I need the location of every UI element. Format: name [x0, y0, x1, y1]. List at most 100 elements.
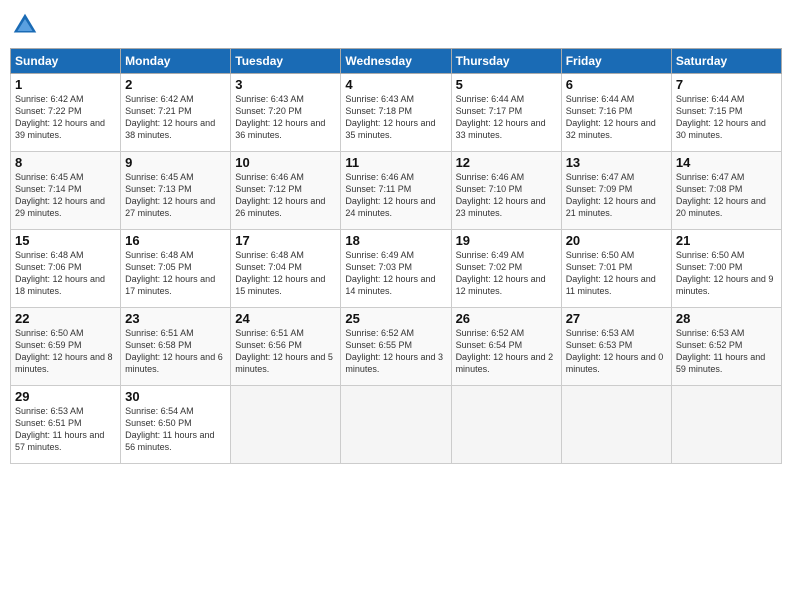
- day-number: 27: [566, 311, 667, 326]
- day-number: 4: [345, 77, 446, 92]
- day-info: Sunrise: 6:48 AMSunset: 7:06 PMDaylight:…: [15, 249, 116, 298]
- col-header-tuesday: Tuesday: [231, 49, 341, 74]
- day-info: Sunrise: 6:50 AMSunset: 6:59 PMDaylight:…: [15, 327, 116, 376]
- calendar-cell: 5Sunrise: 6:44 AMSunset: 7:17 PMDaylight…: [451, 74, 561, 152]
- day-info: Sunrise: 6:47 AMSunset: 7:08 PMDaylight:…: [676, 171, 777, 220]
- day-info: Sunrise: 6:47 AMSunset: 7:09 PMDaylight:…: [566, 171, 667, 220]
- day-number: 19: [456, 233, 557, 248]
- calendar-cell: 11Sunrise: 6:46 AMSunset: 7:11 PMDayligh…: [341, 152, 451, 230]
- calendar-cell: 22Sunrise: 6:50 AMSunset: 6:59 PMDayligh…: [11, 308, 121, 386]
- day-number: 7: [676, 77, 777, 92]
- day-number: 30: [125, 389, 226, 404]
- calendar-table: SundayMondayTuesdayWednesdayThursdayFrid…: [10, 48, 782, 464]
- calendar-cell: 14Sunrise: 6:47 AMSunset: 7:08 PMDayligh…: [671, 152, 781, 230]
- calendar-cell: [341, 386, 451, 464]
- day-number: 12: [456, 155, 557, 170]
- calendar-cell: 10Sunrise: 6:46 AMSunset: 7:12 PMDayligh…: [231, 152, 341, 230]
- day-info: Sunrise: 6:51 AMSunset: 6:58 PMDaylight:…: [125, 327, 226, 376]
- calendar-cell: 8Sunrise: 6:45 AMSunset: 7:14 PMDaylight…: [11, 152, 121, 230]
- day-info: Sunrise: 6:52 AMSunset: 6:54 PMDaylight:…: [456, 327, 557, 376]
- day-number: 20: [566, 233, 667, 248]
- day-info: Sunrise: 6:46 AMSunset: 7:12 PMDaylight:…: [235, 171, 336, 220]
- calendar-cell: [561, 386, 671, 464]
- day-number: 25: [345, 311, 446, 326]
- day-info: Sunrise: 6:50 AMSunset: 7:00 PMDaylight:…: [676, 249, 777, 298]
- day-number: 10: [235, 155, 336, 170]
- day-info: Sunrise: 6:43 AMSunset: 7:20 PMDaylight:…: [235, 93, 336, 142]
- calendar-week-4: 22Sunrise: 6:50 AMSunset: 6:59 PMDayligh…: [11, 308, 782, 386]
- calendar-cell: 7Sunrise: 6:44 AMSunset: 7:15 PMDaylight…: [671, 74, 781, 152]
- day-info: Sunrise: 6:52 AMSunset: 6:55 PMDaylight:…: [345, 327, 446, 376]
- calendar-cell: 20Sunrise: 6:50 AMSunset: 7:01 PMDayligh…: [561, 230, 671, 308]
- calendar-cell: 28Sunrise: 6:53 AMSunset: 6:52 PMDayligh…: [671, 308, 781, 386]
- day-info: Sunrise: 6:46 AMSunset: 7:11 PMDaylight:…: [345, 171, 446, 220]
- calendar-cell: 15Sunrise: 6:48 AMSunset: 7:06 PMDayligh…: [11, 230, 121, 308]
- day-info: Sunrise: 6:42 AMSunset: 7:22 PMDaylight:…: [15, 93, 116, 142]
- day-number: 16: [125, 233, 226, 248]
- col-header-sunday: Sunday: [11, 49, 121, 74]
- calendar-cell: [231, 386, 341, 464]
- page-header: [10, 10, 782, 40]
- day-info: Sunrise: 6:50 AMSunset: 7:01 PMDaylight:…: [566, 249, 667, 298]
- calendar-cell: [671, 386, 781, 464]
- day-number: 17: [235, 233, 336, 248]
- day-info: Sunrise: 6:48 AMSunset: 7:05 PMDaylight:…: [125, 249, 226, 298]
- day-info: Sunrise: 6:49 AMSunset: 7:03 PMDaylight:…: [345, 249, 446, 298]
- calendar-cell: 13Sunrise: 6:47 AMSunset: 7:09 PMDayligh…: [561, 152, 671, 230]
- calendar-week-3: 15Sunrise: 6:48 AMSunset: 7:06 PMDayligh…: [11, 230, 782, 308]
- calendar-cell: 26Sunrise: 6:52 AMSunset: 6:54 PMDayligh…: [451, 308, 561, 386]
- day-number: 1: [15, 77, 116, 92]
- day-number: 22: [15, 311, 116, 326]
- day-number: 18: [345, 233, 446, 248]
- calendar-cell: 3Sunrise: 6:43 AMSunset: 7:20 PMDaylight…: [231, 74, 341, 152]
- day-info: Sunrise: 6:44 AMSunset: 7:15 PMDaylight:…: [676, 93, 777, 142]
- day-info: Sunrise: 6:48 AMSunset: 7:04 PMDaylight:…: [235, 249, 336, 298]
- day-number: 29: [15, 389, 116, 404]
- day-number: 6: [566, 77, 667, 92]
- day-number: 15: [15, 233, 116, 248]
- day-info: Sunrise: 6:53 AMSunset: 6:51 PMDaylight:…: [15, 405, 116, 454]
- calendar-cell: 6Sunrise: 6:44 AMSunset: 7:16 PMDaylight…: [561, 74, 671, 152]
- calendar-cell: 23Sunrise: 6:51 AMSunset: 6:58 PMDayligh…: [121, 308, 231, 386]
- day-number: 28: [676, 311, 777, 326]
- calendar-cell: 25Sunrise: 6:52 AMSunset: 6:55 PMDayligh…: [341, 308, 451, 386]
- calendar-cell: 12Sunrise: 6:46 AMSunset: 7:10 PMDayligh…: [451, 152, 561, 230]
- calendar-week-1: 1Sunrise: 6:42 AMSunset: 7:22 PMDaylight…: [11, 74, 782, 152]
- calendar-cell: 21Sunrise: 6:50 AMSunset: 7:00 PMDayligh…: [671, 230, 781, 308]
- day-info: Sunrise: 6:53 AMSunset: 6:52 PMDaylight:…: [676, 327, 777, 376]
- day-info: Sunrise: 6:44 AMSunset: 7:17 PMDaylight:…: [456, 93, 557, 142]
- calendar-cell: 24Sunrise: 6:51 AMSunset: 6:56 PMDayligh…: [231, 308, 341, 386]
- logo: [10, 10, 44, 40]
- day-info: Sunrise: 6:43 AMSunset: 7:18 PMDaylight:…: [345, 93, 446, 142]
- logo-icon: [10, 10, 40, 40]
- day-number: 8: [15, 155, 116, 170]
- day-number: 14: [676, 155, 777, 170]
- day-info: Sunrise: 6:46 AMSunset: 7:10 PMDaylight:…: [456, 171, 557, 220]
- day-info: Sunrise: 6:45 AMSunset: 7:14 PMDaylight:…: [15, 171, 116, 220]
- calendar-cell: 29Sunrise: 6:53 AMSunset: 6:51 PMDayligh…: [11, 386, 121, 464]
- calendar-cell: 2Sunrise: 6:42 AMSunset: 7:21 PMDaylight…: [121, 74, 231, 152]
- col-header-wednesday: Wednesday: [341, 49, 451, 74]
- day-info: Sunrise: 6:42 AMSunset: 7:21 PMDaylight:…: [125, 93, 226, 142]
- day-info: Sunrise: 6:45 AMSunset: 7:13 PMDaylight:…: [125, 171, 226, 220]
- day-number: 3: [235, 77, 336, 92]
- calendar-cell: 9Sunrise: 6:45 AMSunset: 7:13 PMDaylight…: [121, 152, 231, 230]
- day-number: 26: [456, 311, 557, 326]
- calendar-cell: 4Sunrise: 6:43 AMSunset: 7:18 PMDaylight…: [341, 74, 451, 152]
- day-info: Sunrise: 6:51 AMSunset: 6:56 PMDaylight:…: [235, 327, 336, 376]
- calendar-cell: 16Sunrise: 6:48 AMSunset: 7:05 PMDayligh…: [121, 230, 231, 308]
- calendar-cell: 17Sunrise: 6:48 AMSunset: 7:04 PMDayligh…: [231, 230, 341, 308]
- day-number: 23: [125, 311, 226, 326]
- day-number: 2: [125, 77, 226, 92]
- calendar-cell: 18Sunrise: 6:49 AMSunset: 7:03 PMDayligh…: [341, 230, 451, 308]
- day-info: Sunrise: 6:54 AMSunset: 6:50 PMDaylight:…: [125, 405, 226, 454]
- calendar-week-5: 29Sunrise: 6:53 AMSunset: 6:51 PMDayligh…: [11, 386, 782, 464]
- day-number: 24: [235, 311, 336, 326]
- day-number: 9: [125, 155, 226, 170]
- col-header-thursday: Thursday: [451, 49, 561, 74]
- day-number: 21: [676, 233, 777, 248]
- day-number: 5: [456, 77, 557, 92]
- calendar-cell: [451, 386, 561, 464]
- day-number: 13: [566, 155, 667, 170]
- calendar-week-2: 8Sunrise: 6:45 AMSunset: 7:14 PMDaylight…: [11, 152, 782, 230]
